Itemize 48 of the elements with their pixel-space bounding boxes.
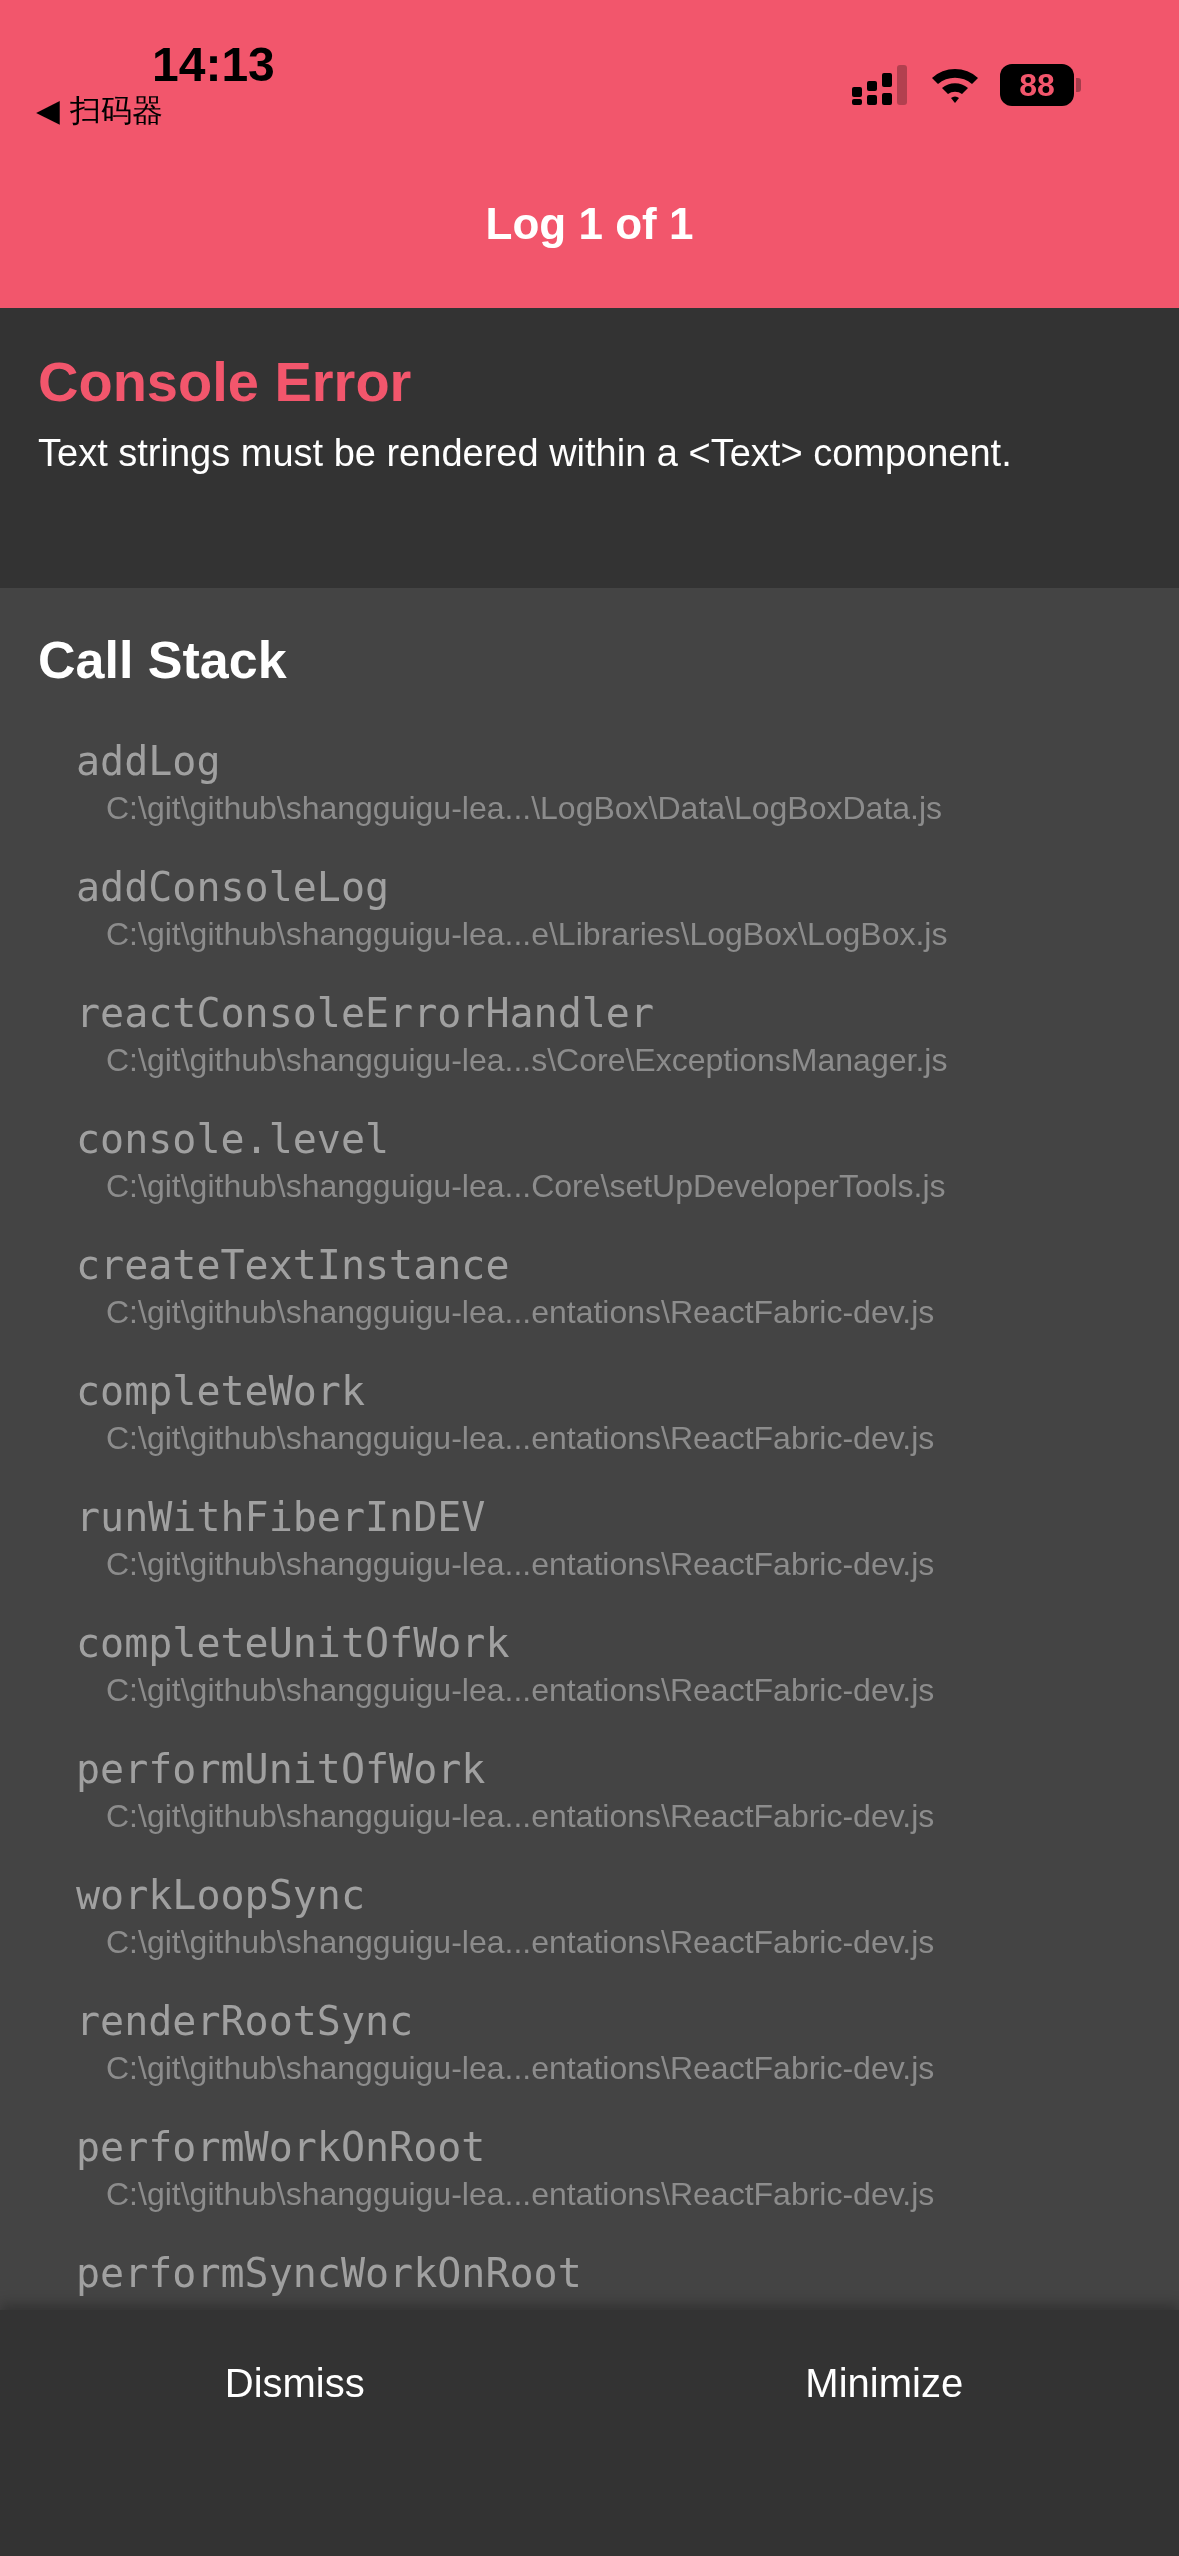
frame-path: C:\git\github\shangguigu-lea...entations\ReactFabric-dev.js	[105, 1923, 936, 1962]
stack-frame[interactable]: reactConsoleErrorHandler C:\git\github\shangguigu-lea...s\Core\ExceptionsManager.js	[38, 988, 1141, 1082]
section-title: Call Stack	[38, 630, 288, 691]
stack-frame[interactable]: completeUnitOfWork C:\git\github\shangguigu-lea...entations\ReactFabric-dev.js	[38, 1618, 1141, 1712]
stack-frame[interactable]: performSyncWorkOnRoot	[38, 2248, 1141, 2298]
frame-path: C:\git\github\shangguigu-lea...entations\ReactFabric-dev.js	[105, 2049, 936, 2088]
frame-method: console.level	[76, 1115, 391, 1164]
frame-path: C:\git\github\shangguigu-lea...entations\ReactFabric-dev.js	[105, 1671, 936, 1710]
stack-frame[interactable]: renderRootSync C:\git\github\shangguigu-lea...entations\ReactFabric-dev.js	[38, 1996, 1141, 2090]
frame-method: createTextInstance	[76, 1241, 511, 1290]
frame-method: completeUnitOfWork	[76, 1619, 511, 1668]
frame-path: C:\git\github\shangguigu-lea...entations\ReactFabric-dev.js	[105, 1545, 936, 1584]
stack-frame[interactable]: runWithFiberInDEV C:\git\github\shangguigu-lea...entations\ReactFabric-dev.js	[38, 1492, 1141, 1586]
frame-method: performWorkOnRoot	[76, 2123, 487, 2172]
frame-method: performSyncWorkOnRoot	[76, 2249, 583, 2298]
frame-path: C:\git\github\shangguigu-lea...entations\ReactFabric-dev.js	[105, 2175, 936, 2214]
back-link[interactable]: ◀ 扫码器	[36, 92, 163, 128]
error-title: Console Error	[38, 350, 413, 414]
dismiss-button[interactable]: Dismiss	[0, 2310, 590, 2456]
stack-frame[interactable]: console.level C:\git\github\shangguigu-lea...Core\setUpDeveloperTools.js	[38, 1114, 1141, 1208]
signal-icon	[852, 65, 910, 105]
minimize-button[interactable]: Minimize	[589, 2310, 1179, 2456]
frame-path: C:\git\github\shangguigu-lea...entations\ReactFabric-dev.js	[105, 1293, 936, 1332]
log-counter: Log 1 of 1	[485, 198, 694, 250]
stack-frame[interactable]: addConsoleLog C:\git\github\shangguigu-lea...e\Libraries\LogBox\LogBox.js	[38, 862, 1141, 956]
frame-path: C:\git\github\shangguigu-lea...e\Libraries\LogBox\LogBox.js	[105, 915, 949, 954]
wifi-icon	[930, 66, 980, 104]
frame-path: C:\git\github\shangguigu-lea...entations\ReactFabric-dev.js	[105, 1797, 936, 1836]
stack-frame[interactable]: completeWork C:\git\github\shangguigu-lea...entations\ReactFabric-dev.js	[38, 1366, 1141, 1460]
frame-path: C:\git\github\shangguigu-lea...entations\ReactFabric-dev.js	[105, 1419, 936, 1458]
frame-method: completeWork	[76, 1367, 366, 1416]
stack-frame[interactable]: addLog C:\git\github\shangguigu-lea...\LogBox\Data\LogBoxData.js	[38, 736, 1141, 830]
stack-frame[interactable]: createTextInstance C:\git\github\shangguigu-lea...entations\ReactFabric-dev.js	[38, 1240, 1141, 1334]
error-message: Text strings must be rendered within a <Text> component.	[38, 431, 1013, 476]
stack-frame[interactable]: performWorkOnRoot C:\git\github\shangguigu-lea...entations\ReactFabric-dev.js	[38, 2122, 1141, 2216]
stack-frame[interactable]: workLoopSync C:\git\github\shangguigu-lea...entations\ReactFabric-dev.js	[38, 1870, 1141, 1964]
status-time: 14:13	[152, 38, 275, 92]
frame-method: runWithFiberInDEV	[76, 1493, 487, 1542]
frame-method: workLoopSync	[76, 1871, 366, 1920]
frame-method: performUnitOfWork	[76, 1745, 487, 1794]
stack-frame[interactable]: performUnitOfWork C:\git\github\shangguigu-lea...entations\ReactFabric-dev.js	[38, 1744, 1141, 1838]
frame-path: C:\git\github\shangguigu-lea...\LogBox\Data\LogBoxData.js	[105, 789, 944, 828]
frame-method: renderRootSync	[76, 1997, 415, 2046]
frame-method: reactConsoleErrorHandler	[76, 989, 655, 1038]
frame-path: C:\git\github\shangguigu-lea...Core\setUpDeveloperTools.js	[105, 1167, 947, 1206]
frame-method: addConsoleLog	[76, 863, 391, 912]
frame-path: C:\git\github\shangguigu-lea...s\Core\ExceptionsManager.js	[105, 1041, 949, 1080]
frame-method: addLog	[76, 737, 222, 786]
